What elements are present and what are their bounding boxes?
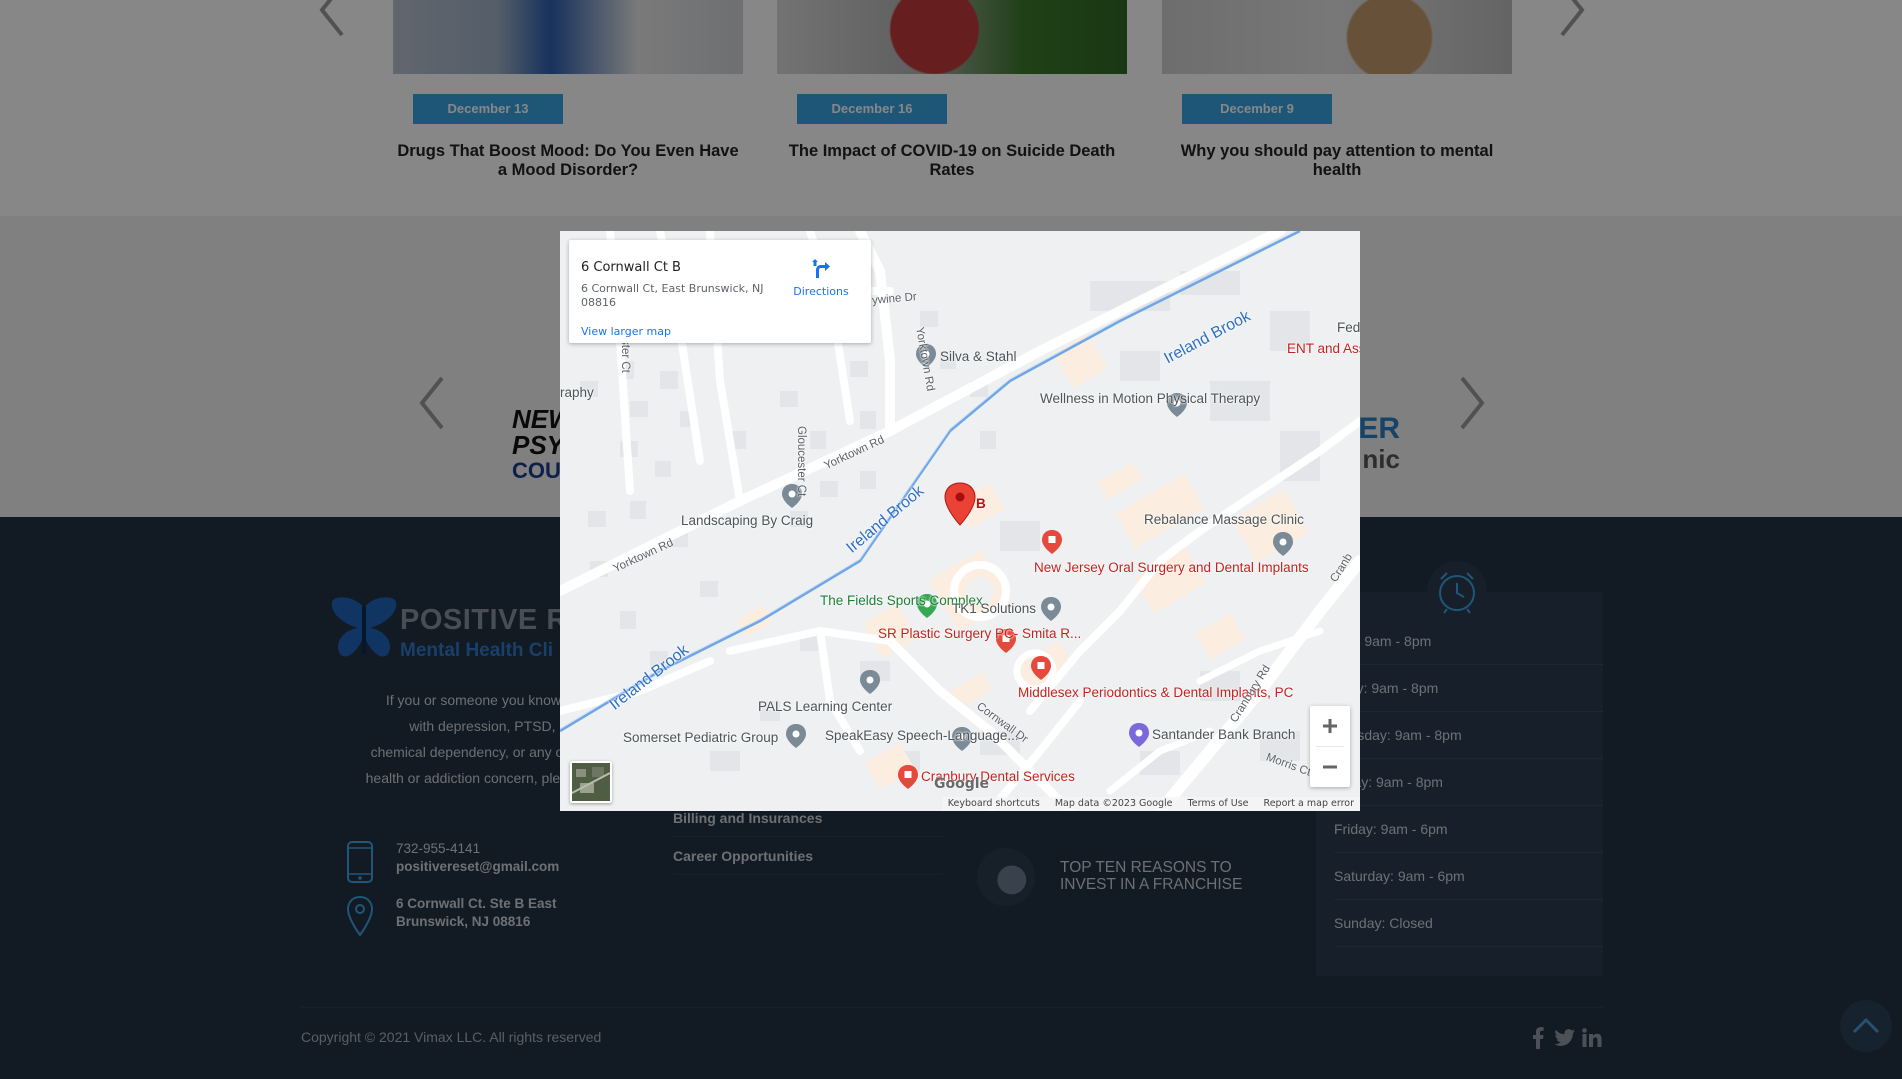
map-place-label[interactable]: The Fields Sports Complex (820, 594, 983, 608)
keyboard-shortcuts-link[interactable]: Keyboard shortcuts (948, 798, 1040, 809)
zoom-control (1310, 706, 1350, 787)
map-place-label[interactable]: Wellness in Motion Physical Therapy (1040, 392, 1260, 406)
map-place-label[interactable]: Landscaping By Craig (681, 514, 813, 528)
map-place-label[interactable]: Silva & Stahl (940, 350, 1017, 364)
google-logo: Google (934, 776, 989, 792)
map-place-label[interactable]: Middlesex Periodontics & Dental Implants… (1018, 686, 1293, 700)
map-place-text: SR Plastic Surgery PC- Smita R... (878, 626, 1082, 641)
map-info-card: 6 Cornwall Ct B 6 Cornwall Ct, East Brun… (569, 240, 871, 343)
report-error-link[interactable]: Report a map error (1264, 798, 1354, 809)
terms-link[interactable]: Terms of Use (1188, 798, 1249, 809)
map-place-label[interactable]: Rebalance Massage Clinic (1144, 513, 1304, 527)
map-modal[interactable]: Silva & Stahl Wellness in Motion Physica… (560, 231, 1360, 811)
zoom-in-button[interactable] (1310, 706, 1350, 746)
map-type-toggle[interactable] (570, 761, 612, 803)
directions-button[interactable]: Directions (791, 253, 851, 298)
google-logo-text: Google (934, 776, 990, 792)
map-place-label[interactable]: raphy (560, 386, 594, 400)
place-name: 6 Cornwall Ct B (581, 260, 681, 275)
map-place-label[interactable]: Somerset Pediatric Group (623, 731, 778, 745)
map-place-label[interactable]: PALS Learning Center (758, 700, 892, 714)
map-data-text: Map data ©2023 Google (1054, 798, 1173, 809)
map-place-label[interactable]: SpeakEasy Speech-Language... (825, 729, 1019, 743)
map-place-text: SpeakEasy Speech-Language... (825, 728, 1019, 743)
directions-icon (812, 259, 830, 278)
map-place-label[interactable]: Santander Bank Branch (1152, 728, 1295, 742)
road-label: ster Ct (619, 339, 631, 373)
map-attribution-bar: Keyboard shortcuts Map data ©2023 Google… (941, 797, 1360, 811)
directions-label: Directions (793, 285, 849, 298)
satellite-thumbnail-icon (572, 763, 610, 801)
map-marker-label: B (976, 496, 986, 511)
map-place-label[interactable]: TK1 Solutions (952, 602, 1036, 616)
place-address: 6 Cornwall Ct, East Brunswick, NJ 08816 (581, 282, 764, 309)
zoom-out-button[interactable] (1310, 747, 1350, 787)
map-place-text: Wellness in Motion Physical Therapy (1040, 391, 1261, 406)
road-label: Gloucester Ct (795, 426, 807, 497)
plus-icon (1323, 719, 1337, 733)
map-place-label[interactable]: Fed (1337, 321, 1360, 335)
map-place-label[interactable]: New Jersey Oral Surgery and Dental Impla… (1034, 561, 1309, 575)
map-place-label[interactable]: ENT and Associates (1287, 342, 1360, 356)
map-place-text: New Jersey Oral Surgery and Dental Impla… (1034, 560, 1309, 575)
map-place-label[interactable]: SR Plastic Surgery PC- Smita R... (878, 627, 1081, 641)
view-larger-map-link[interactable]: View larger map (581, 325, 671, 338)
map-place-text: ENT and Associates (1287, 341, 1360, 356)
minus-icon (1323, 765, 1337, 769)
